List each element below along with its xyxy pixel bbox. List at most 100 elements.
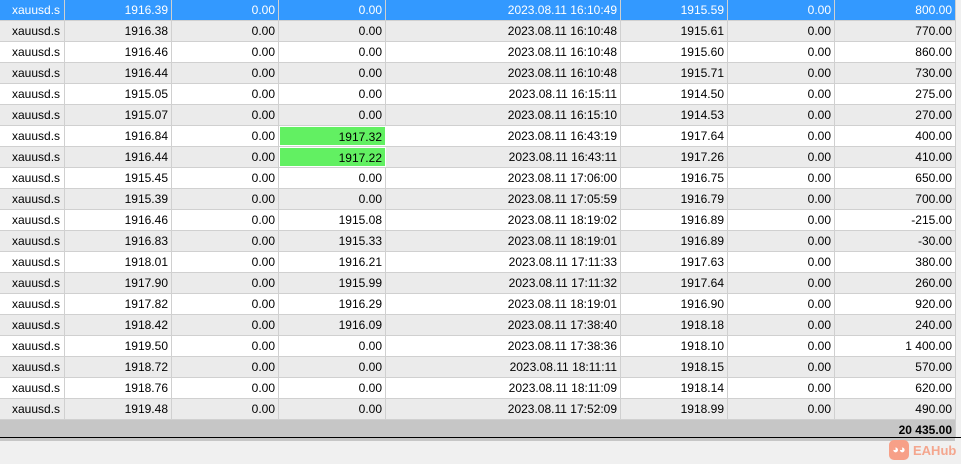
table-row[interactable]: xauusd.s 1917.90 0.00 1915.99 2023.08.11 17:… [0,273,955,294]
table-cell: 0.00 [728,399,835,419]
table-cell: 1917.63 [621,252,728,272]
table-row[interactable]: xauusd.s 1916.83 0.00 1915.33 2023.08.11 18:… [0,231,955,252]
table-cell: xauusd.s [0,42,65,62]
table-cell: 770.00 [915,24,952,38]
table-row[interactable]: xauusd.s 1916.39 0.00 0.00 2023.08.11 16:10:… [0,0,955,21]
table-cell: 0.00 [172,357,279,377]
table-cell: 0.00 [172,336,279,356]
table-cell: 0.00 [279,336,386,356]
table-cell: 2023.08.11 17:38:36 [386,336,621,356]
table-cell: 570.00 [915,360,952,374]
table-cell: xauusd.s [0,336,65,356]
table-cell: 2023.08.11 16:10:48 [386,21,621,41]
table-cell: 1916.21 [279,252,386,272]
table-row[interactable]: xauusd.s 1918.01 0.00 1916.21 2023.08.11 17:… [0,252,955,273]
table-cell: 0.00 [728,147,835,167]
table-cell: 0.00 [172,126,279,146]
table-cell: 2023.08.11 17:05:59 [386,189,621,209]
table-cell: xauusd.s [0,231,65,251]
table-cell: 0.00 [728,42,835,62]
table-cell: 0.00 [279,63,386,83]
table-cell: 1917.90 [65,273,172,293]
table-cell: 0.00 [279,168,386,188]
table-cell: 1916.44 [65,147,172,167]
table-cell: 2023.08.11 16:15:11 [386,84,621,104]
table-cell: 0.00 [172,105,279,125]
table-cell: 1918.14 [621,378,728,398]
table-cell: 1915.71 [621,63,728,83]
divider [0,437,961,438]
table-cell: 1914.50 [621,84,728,104]
table-cell: 1915.07 [65,105,172,125]
table-row[interactable]: xauusd.s 1915.07 0.00 0.00 2023.08.11 16:15:… [0,105,955,126]
table-row[interactable]: xauusd.s 1918.42 0.00 1916.09 2023.08.11 17:… [0,315,955,336]
table-row[interactable]: xauusd.s 1916.38 0.00 0.00 2023.08.11 16:10:… [0,21,955,42]
table-cell: 0.00 [728,0,835,20]
table-cell: 2023.08.11 17:06:00 [386,168,621,188]
table-row[interactable]: xauusd.s 1918.76 0.00 0.00 2023.08.11 18:11:… [0,378,955,399]
table-cell: 1916.79 [621,189,728,209]
table-cell: 1918.72 [65,357,172,377]
table-row[interactable]: xauusd.s 1915.39 0.00 0.00 2023.08.11 17:05:… [0,189,955,210]
table-cell: 1916.89 [621,231,728,251]
table-cell: 0.00 [279,42,386,62]
table-cell: 0.00 [172,210,279,230]
table-row[interactable]: xauusd.s 1916.46 0.00 0.00 2023.08.11 16:10:… [0,42,955,63]
table-cell: 1917.32 [279,126,386,146]
table-cell: 1915.08 [279,210,386,230]
table-cell: 1915.59 [621,0,728,20]
table-cell: 2023.08.11 17:38:40 [386,315,621,335]
table-cell: 2023.08.11 16:10:48 [386,42,621,62]
table-cell: 1915.99 [279,273,386,293]
table-cell: 0.00 [728,231,835,251]
table-row[interactable]: xauusd.s 1916.84 0.00 1917.32 2023.08.11 16:… [0,126,955,147]
table-cell: 0.00 [728,315,835,335]
table-cell: 0.00 [172,399,279,419]
table-cell: 0.00 [279,189,386,209]
table-cell: 0.00 [172,42,279,62]
table-cell: 1916.44 [65,63,172,83]
table-cell: xauusd.s [0,126,65,146]
table-cell: 1916.83 [65,231,172,251]
table-row[interactable]: xauusd.s 1915.45 0.00 0.00 2023.08.11 17:06:… [0,168,955,189]
table-cell: 2023.08.11 18:19:01 [386,294,621,314]
table-cell: 0.00 [172,63,279,83]
table-cell: 620.00 [915,381,952,395]
table-cell: xauusd.s [0,378,65,398]
table-row[interactable]: xauusd.s 1915.05 0.00 0.00 2023.08.11 16:15:… [0,84,955,105]
table-cell: 0.00 [279,84,386,104]
table-cell: 0.00 [728,168,835,188]
table-row[interactable]: xauusd.s 1916.46 0.00 1915.08 2023.08.11 18:… [0,210,955,231]
table-cell: 0.00 [172,84,279,104]
table-cell: xauusd.s [0,63,65,83]
table-cell: 730.00 [915,66,952,80]
table-row[interactable]: xauusd.s 1918.72 0.00 0.00 2023.08.11 18:11:… [0,357,955,378]
table-row[interactable]: xauusd.s 1919.48 0.00 0.00 2023.08.11 17:52:… [0,399,955,420]
vertical-scrollbar[interactable] [955,0,961,437]
table-cell: 0.00 [172,252,279,272]
table-cell: 0.00 [172,294,279,314]
table-cell: xauusd.s [0,105,65,125]
table-cell: xauusd.s [0,210,65,230]
table-cell: 1918.99 [621,399,728,419]
table-row[interactable]: xauusd.s 1916.44 0.00 0.00 2023.08.11 16:10:… [0,63,955,84]
pig-logo-icon: ◕◕ [889,440,909,460]
table-cell: 0.00 [728,273,835,293]
table-cell: 0.00 [728,21,835,41]
table-row[interactable]: xauusd.s 1919.50 0.00 0.00 2023.08.11 17:38:… [0,336,955,357]
table-cell: 1915.45 [65,168,172,188]
table-row[interactable]: xauusd.s 1916.44 0.00 1917.22 2023.08.11 16:… [0,147,955,168]
table-cell: 1916.84 [65,126,172,146]
table-cell: 0.00 [279,399,386,419]
table-row[interactable]: xauusd.s 1917.82 0.00 1916.29 2023.08.11 18:… [0,294,955,315]
table-cell: 1917.64 [621,273,728,293]
table-cell: 2023.08.11 16:43:11 [386,147,621,167]
table-cell: 410.00 [915,150,952,164]
table-cell: 1916.29 [279,294,386,314]
table-cell: 380.00 [915,255,952,269]
table-cell: 0.00 [172,378,279,398]
table-cell: 0.00 [728,84,835,104]
table-cell: 1917.64 [621,126,728,146]
table-cell: 2023.08.11 16:10:49 [386,0,621,20]
table-cell: xauusd.s [0,273,65,293]
